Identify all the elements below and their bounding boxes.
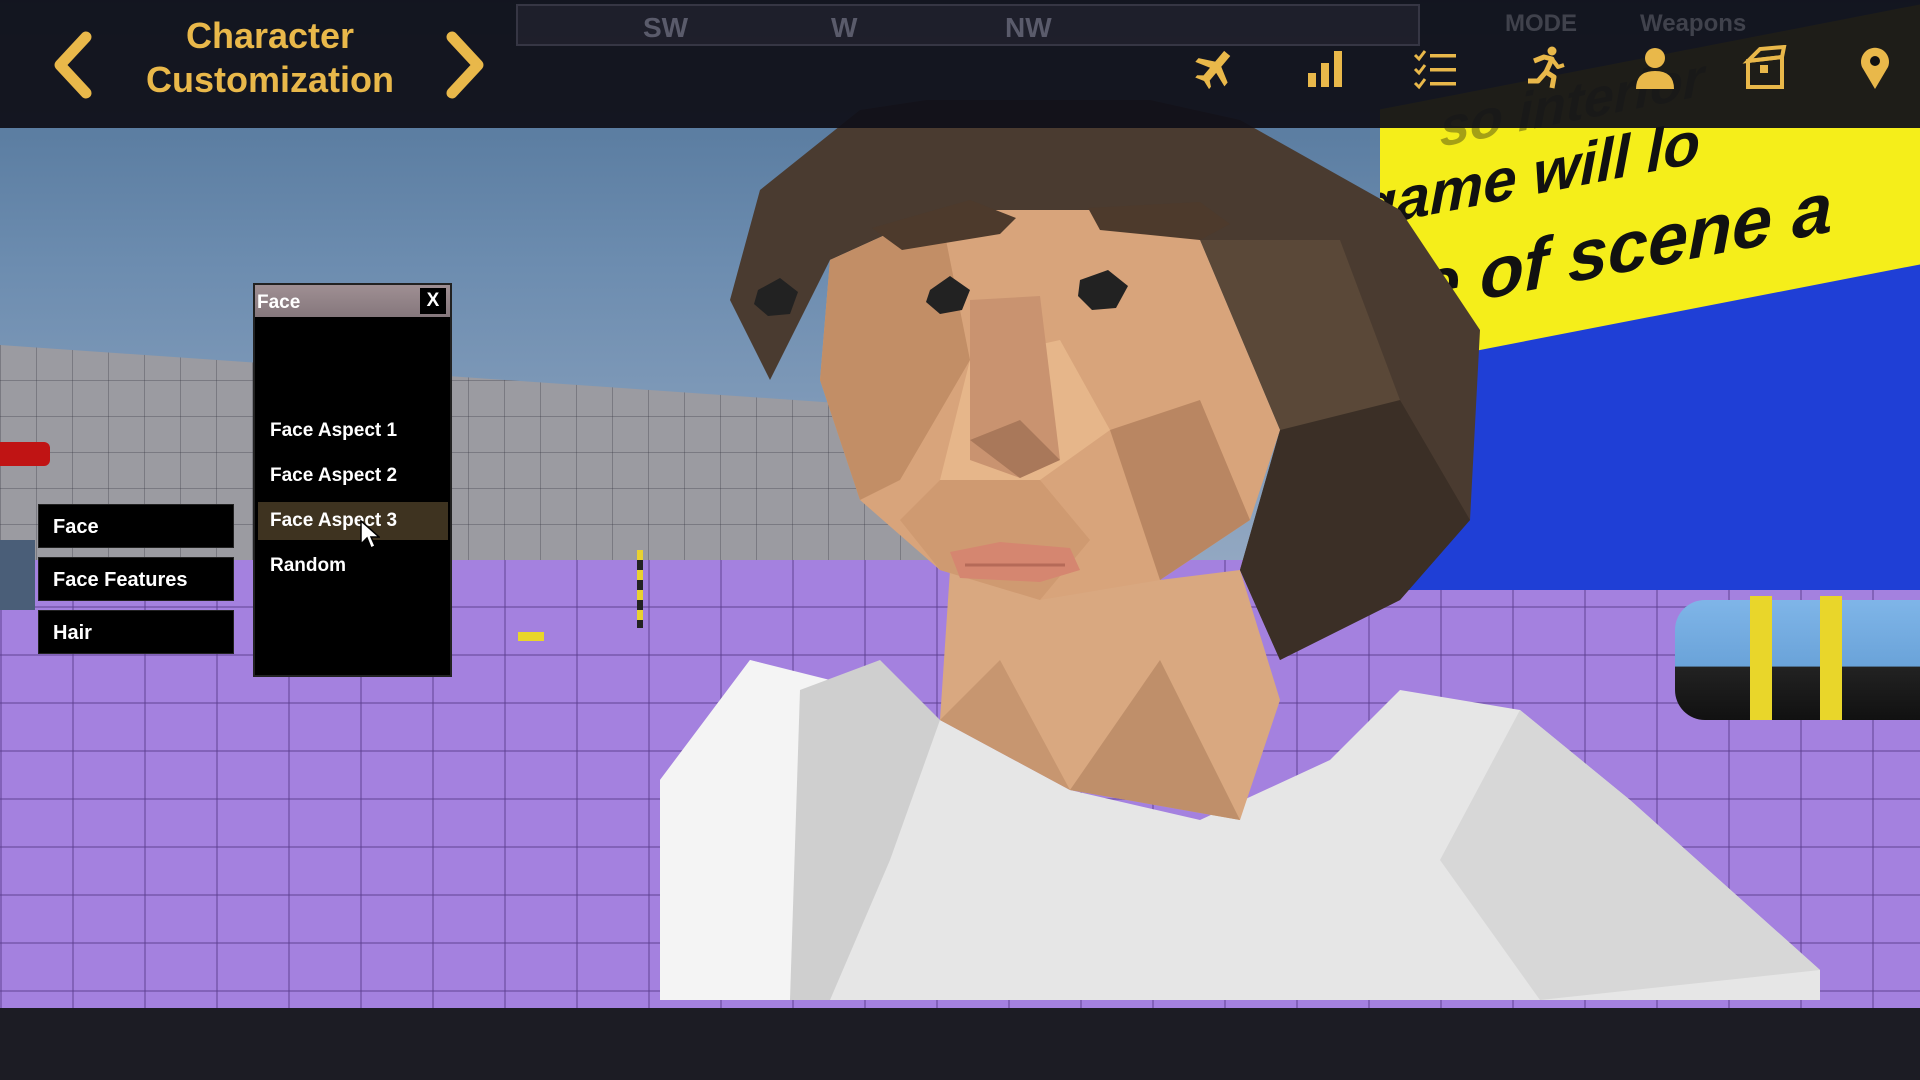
yellow-pickup xyxy=(518,632,544,641)
category-hair-button[interactable]: Hair xyxy=(38,610,234,654)
screen-title-line2: Customization xyxy=(146,59,394,100)
category-face-button[interactable]: Face xyxy=(38,504,234,548)
chevron-right-icon xyxy=(446,31,484,99)
vehicle-prop xyxy=(0,540,35,610)
category-list: Face Face Features Hair xyxy=(38,504,234,663)
profile-button[interactable] xyxy=(1600,40,1710,96)
face-option-random[interactable]: Random xyxy=(258,547,448,585)
travel-button[interactable] xyxy=(1160,40,1270,96)
mouse-cursor-icon xyxy=(360,520,380,550)
profile-icon xyxy=(1636,48,1674,89)
low-poly-woman xyxy=(660,100,1820,1000)
top-hud-bar: Character Customization SW W NW MODE Wea… xyxy=(0,0,1920,128)
previous-screen-button[interactable] xyxy=(42,30,102,100)
stats-button[interactable] xyxy=(1270,40,1380,96)
panel-header[interactable]: Face X xyxy=(255,285,450,317)
stats-bar-icon xyxy=(1308,51,1342,87)
category-face-features-button[interactable]: Face Features xyxy=(38,557,234,601)
compass-heading: NW xyxy=(1005,12,1052,43)
compass-heading: SW xyxy=(643,12,689,43)
screen-title: Character Customization xyxy=(110,14,430,102)
bottom-bar xyxy=(0,1008,1920,1080)
character-model xyxy=(640,100,1840,1000)
map-button[interactable] xyxy=(1820,40,1920,96)
panel-title: Face xyxy=(257,292,301,313)
inventory-button[interactable] xyxy=(1710,40,1820,96)
map-pin-icon xyxy=(1861,47,1889,89)
checklist-icon xyxy=(1413,50,1456,90)
chevron-left-icon xyxy=(54,31,92,99)
next-screen-button[interactable] xyxy=(436,30,496,100)
face-option-selected[interactable]: Face Aspect 3 xyxy=(258,502,448,540)
running-person-icon xyxy=(1528,46,1565,89)
hud-icon-row xyxy=(1160,40,1920,96)
face-option[interactable]: Face Aspect 1 xyxy=(258,412,448,450)
face-panel: Face X Face Aspect 1 Face Aspect 2 Face … xyxy=(253,283,452,677)
ghost-tab: Weapons xyxy=(1640,10,1747,37)
compass-heading: W xyxy=(831,12,858,43)
quests-button[interactable] xyxy=(1380,40,1490,96)
screen-title-line1: Character xyxy=(185,15,355,56)
close-panel-button[interactable]: X xyxy=(420,288,446,314)
face-option[interactable]: Face Aspect 2 xyxy=(258,457,448,495)
airplane-icon xyxy=(1195,50,1231,90)
box-icon xyxy=(1742,45,1787,89)
red-prop xyxy=(0,442,50,466)
ghost-tab: MODE xyxy=(1505,10,1577,37)
activities-button[interactable] xyxy=(1490,40,1600,96)
